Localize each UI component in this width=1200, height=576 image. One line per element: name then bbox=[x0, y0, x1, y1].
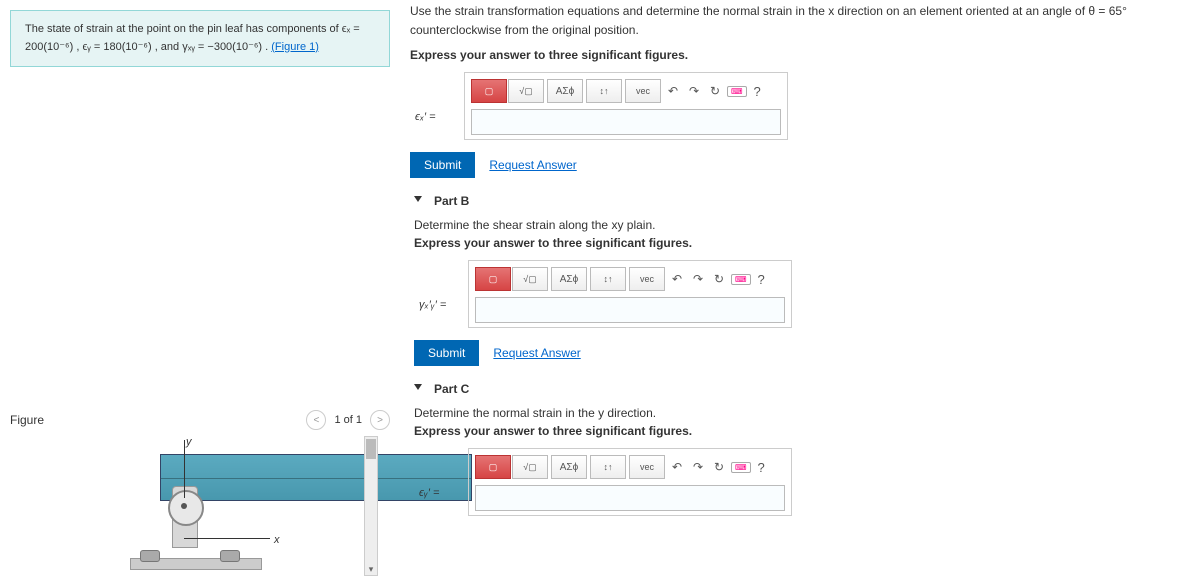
greek-button[interactable]: ΑΣϕ bbox=[551, 455, 587, 479]
caret-down-icon bbox=[414, 384, 422, 390]
part-b-answer-box: γₓ′ᵧ′ = ▢ √▢ ΑΣϕ ↕↑ vec ↶ ↷ ↻ ⌨ ? bbox=[468, 260, 792, 328]
part-c-input[interactable] bbox=[475, 485, 785, 511]
figure-link[interactable]: (Figure 1) bbox=[271, 41, 319, 53]
help-icon[interactable]: ? bbox=[758, 460, 765, 475]
reset-icon[interactable]: ↻ bbox=[710, 272, 728, 286]
part-a-submit-button[interactable]: Submit bbox=[410, 152, 475, 178]
part-c-answer-box: ϵᵧ′ = ▢ √▢ ΑΣϕ ↕↑ vec ↶ ↷ ↻ ⌨ ? bbox=[468, 448, 792, 516]
vec-button[interactable]: vec bbox=[629, 267, 665, 291]
part-b-question: Determine the shear strain along the xy … bbox=[414, 218, 1190, 232]
help-icon[interactable]: ? bbox=[758, 272, 765, 287]
figure-page-label: 1 of 1 bbox=[334, 414, 362, 426]
figure-next-button[interactable]: > bbox=[370, 410, 390, 430]
template-button[interactable]: ▢ bbox=[475, 455, 511, 479]
vec-button[interactable]: vec bbox=[625, 79, 661, 103]
fraction-button[interactable]: √▢ bbox=[512, 267, 548, 291]
scripts-button[interactable]: ↕↑ bbox=[590, 267, 626, 291]
redo-icon[interactable]: ↷ bbox=[689, 460, 707, 474]
problem-text: The state of strain at the point on the … bbox=[25, 23, 342, 35]
undo-icon[interactable]: ↶ bbox=[664, 84, 682, 98]
axis-x-label: x bbox=[274, 534, 280, 546]
vec-button[interactable]: vec bbox=[629, 455, 665, 479]
figure-prev-button[interactable]: < bbox=[306, 410, 326, 430]
part-b-header[interactable]: Part B bbox=[410, 184, 1190, 214]
greek-button[interactable]: ΑΣϕ bbox=[551, 267, 587, 291]
part-a-question: Use the strain transformation equations … bbox=[410, 0, 1190, 48]
redo-icon[interactable]: ↷ bbox=[689, 272, 707, 286]
problem-statement: The state of strain at the point on the … bbox=[10, 10, 390, 67]
part-b-sigfig: Express your answer to three significant… bbox=[414, 236, 1190, 250]
part-b-request-link[interactable]: Request Answer bbox=[493, 346, 580, 360]
part-b-input[interactable] bbox=[475, 297, 785, 323]
part-a-sigfig: Express your answer to three significant… bbox=[410, 48, 1190, 62]
gxy-value: γₓᵧ = −300(10⁻⁶) bbox=[182, 41, 262, 53]
keyboard-icon[interactable]: ⌨ bbox=[731, 462, 751, 473]
scripts-button[interactable]: ↕↑ bbox=[586, 79, 622, 103]
template-button[interactable]: ▢ bbox=[475, 267, 511, 291]
part-c-question: Determine the normal strain in the y dir… bbox=[414, 406, 1190, 420]
help-icon[interactable]: ? bbox=[754, 84, 761, 99]
undo-icon[interactable]: ↶ bbox=[668, 272, 686, 286]
keyboard-icon[interactable]: ⌨ bbox=[731, 274, 751, 285]
part-a-request-link[interactable]: Request Answer bbox=[489, 158, 576, 172]
figure-title: Figure bbox=[10, 413, 44, 427]
part-c-sigfig: Express your answer to three significant… bbox=[414, 424, 1190, 438]
part-c-eq-label: ϵᵧ′ = bbox=[419, 487, 439, 499]
fraction-button[interactable]: √▢ bbox=[512, 455, 548, 479]
redo-icon[interactable]: ↷ bbox=[685, 84, 703, 98]
axis-y-label: y bbox=[186, 436, 192, 448]
undo-icon[interactable]: ↶ bbox=[668, 460, 686, 474]
figure-diagram: y x ▾ bbox=[50, 436, 350, 576]
reset-icon[interactable]: ↻ bbox=[710, 460, 728, 474]
part-b-eq-label: γₓ′ᵧ′ = bbox=[419, 299, 446, 311]
fraction-button[interactable]: √▢ bbox=[508, 79, 544, 103]
template-button[interactable]: ▢ bbox=[471, 79, 507, 103]
caret-down-icon bbox=[414, 196, 422, 202]
figure-scrollbar[interactable]: ▾ bbox=[364, 436, 378, 576]
part-a-input[interactable] bbox=[471, 109, 781, 135]
ey-value: ϵᵧ = 180(10⁻⁶) bbox=[82, 41, 151, 53]
part-c-header[interactable]: Part C bbox=[410, 372, 1190, 402]
part-a-eq-label: ϵₓ′ = bbox=[415, 111, 436, 123]
scripts-button[interactable]: ↕↑ bbox=[590, 455, 626, 479]
reset-icon[interactable]: ↻ bbox=[706, 84, 724, 98]
part-a-answer-box: ϵₓ′ = ▢ √▢ ΑΣϕ ↕↑ vec ↶ ↷ ↻ ⌨ ? bbox=[464, 72, 788, 140]
part-b-submit-button[interactable]: Submit bbox=[414, 340, 479, 366]
greek-button[interactable]: ΑΣϕ bbox=[547, 79, 583, 103]
keyboard-icon[interactable]: ⌨ bbox=[727, 86, 747, 97]
